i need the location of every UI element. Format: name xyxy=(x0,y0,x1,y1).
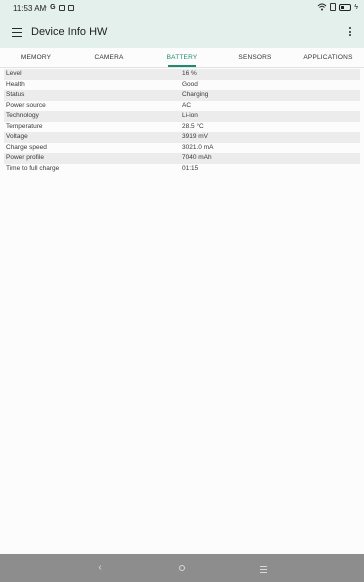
table-row: Power source AC xyxy=(4,101,360,112)
tab-applications[interactable]: APPLICATIONS xyxy=(300,48,356,67)
row-label: Status xyxy=(6,91,25,98)
row-label: Time to full charge xyxy=(6,164,60,172)
tab-sensors[interactable]: SENSORS xyxy=(230,48,280,67)
home-icon xyxy=(179,565,185,571)
row-value: AC xyxy=(182,101,192,109)
table-row: Health Good xyxy=(4,80,360,91)
sim-icon xyxy=(330,3,337,11)
charging-icon: ϟ xyxy=(354,3,358,11)
google-icon: G xyxy=(50,4,56,11)
back-button[interactable]: ‹ xyxy=(93,562,107,574)
battery-icon xyxy=(339,3,352,11)
more-options-icon[interactable] xyxy=(348,27,352,37)
row-label: Voltage xyxy=(6,133,28,140)
table-row: Temperature 28.5 °C xyxy=(4,122,360,133)
row-value: 3919 mV xyxy=(182,133,209,140)
menu-lines-icon xyxy=(256,562,270,573)
data-saver-icon: ◦ xyxy=(45,4,48,11)
battery-info-table: Level 16 % Health Good Status Charging P… xyxy=(4,69,360,174)
row-value: 16 % xyxy=(182,70,197,77)
tab-bar: MEMORY CAMERA BATTERY SENSORS APPLICATIO… xyxy=(0,48,364,68)
table-row: Level 16 % xyxy=(4,69,360,80)
status-time: 11:53 AM xyxy=(13,4,47,13)
tab-memory[interactable]: MEMORY xyxy=(12,48,60,67)
row-label: Power profile xyxy=(6,154,44,161)
home-button[interactable] xyxy=(175,562,189,574)
row-label: Temperature xyxy=(6,122,43,130)
row-value: 01:15 xyxy=(182,164,199,172)
row-label: Level xyxy=(6,70,22,77)
wifi-icon xyxy=(317,3,327,11)
table-row: Power profile 7040 mAh xyxy=(4,153,360,164)
table-row: Charge speed 3021.0 mA xyxy=(4,143,360,154)
gallery-icon xyxy=(67,4,74,11)
row-value: 3021.0 mA xyxy=(182,143,214,151)
status-left-icons: ◦ G xyxy=(45,4,74,11)
status-right-icons: ϟ xyxy=(317,3,358,11)
row-label: Power source xyxy=(6,101,46,109)
row-label: Technology xyxy=(6,112,39,119)
table-row: Technology Li-ion xyxy=(4,111,360,122)
app-bar: Device Info HW xyxy=(0,18,364,48)
tab-camera[interactable]: CAMERA xyxy=(84,48,134,67)
row-value: 28.5 °C xyxy=(182,122,204,130)
recents-button[interactable] xyxy=(256,562,270,574)
row-label: Health xyxy=(6,80,25,88)
table-row: Time to full charge 01:15 xyxy=(4,164,360,175)
row-label: Charge speed xyxy=(6,143,47,151)
back-icon: ‹ xyxy=(98,562,102,573)
app-title: Device Info HW xyxy=(31,26,108,38)
row-value: Charging xyxy=(182,91,209,98)
table-row: Status Charging xyxy=(4,90,360,101)
row-value: Li-ion xyxy=(182,112,198,119)
status-bar: 11:53 AM ◦ G ϟ xyxy=(0,0,364,18)
menu-icon[interactable] xyxy=(12,28,22,37)
table-row: Voltage 3919 mV xyxy=(4,132,360,143)
system-nav-bar: ‹ xyxy=(0,554,364,582)
tab-battery[interactable]: BATTERY xyxy=(166,48,198,67)
row-value: 7040 mAh xyxy=(182,154,212,161)
notification-icon xyxy=(58,4,65,11)
row-value: Good xyxy=(182,80,198,88)
